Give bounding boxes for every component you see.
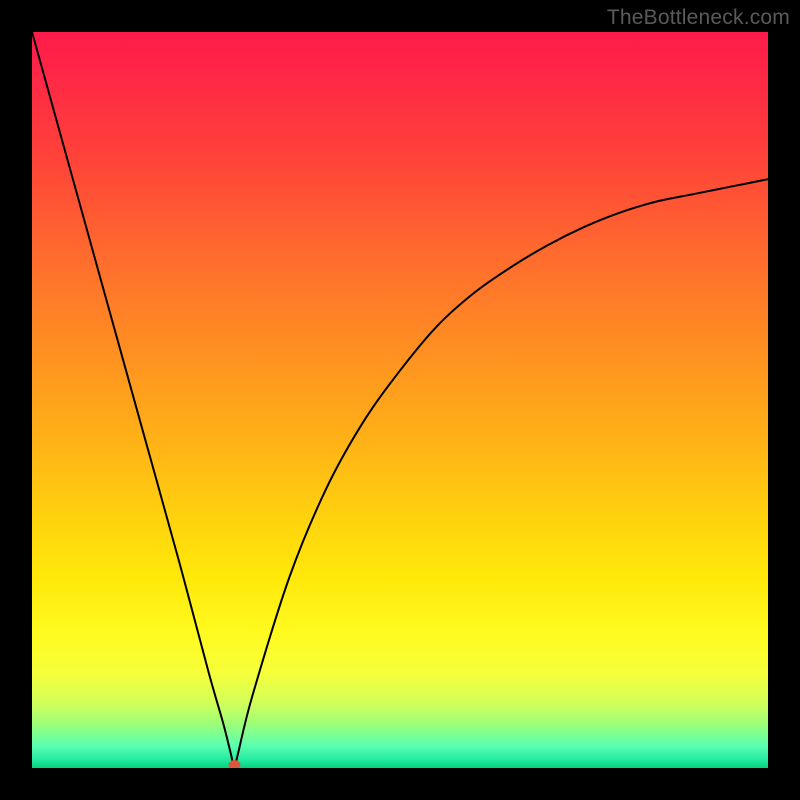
watermark-text: TheBottleneck.com	[607, 6, 790, 30]
minimum-marker	[228, 760, 240, 768]
plot-area	[32, 32, 768, 768]
chart-frame: TheBottleneck.com	[0, 0, 800, 800]
curve-svg	[32, 32, 768, 768]
bottleneck-curve	[32, 32, 768, 768]
